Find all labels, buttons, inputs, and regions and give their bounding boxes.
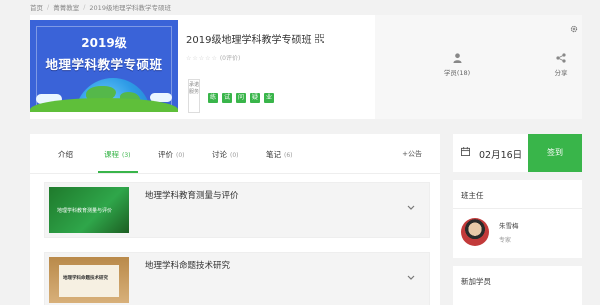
thumbnail-text: 地理学科命题技术研究 (63, 276, 108, 281)
course-content-card: 介绍 课程 (3) 评价 (0) 讨论 (0) 笔记 (6) +公告 地理学科教育测量与… (30, 134, 440, 305)
course-title: 2019级地理学科教学专硕班 (186, 31, 325, 46)
tab-reviews[interactable]: 评价 (0) (158, 149, 185, 160)
tab-courses[interactable]: 课程 (3) (104, 149, 131, 160)
service-icon-exam[interactable]: 试 (222, 93, 232, 103)
course-header-card: 2019级 地理学科教学专硕班 2019级地理学科教学专硕班 ☆☆☆☆☆ (0评… (30, 15, 582, 119)
course-tabs: 介绍 课程 (3) 评价 (0) 讨论 (0) 笔记 (6) +公告 (30, 134, 440, 174)
students-label: 学员(18) (443, 69, 471, 77)
cover-title-line2: 地理学科教学专硕班 (45, 57, 163, 72)
share-icon (556, 53, 566, 63)
tab-label: 笔记 (266, 150, 281, 159)
signin-button[interactable]: 签到 (528, 134, 582, 172)
lesson-item[interactable]: 地理学科命题技术研究 地理学科命题技术研究 (44, 252, 430, 305)
thumbnail-text: 地理学科教育测量与评价 (57, 208, 113, 214)
tab-label: 介绍 (58, 150, 73, 159)
panel-heading: 新加学员 (461, 277, 491, 286)
qrcode-icon[interactable] (315, 34, 325, 43)
chevron-down-icon[interactable] (407, 275, 415, 281)
thumbnail-paper (59, 265, 119, 297)
lesson-thumbnail: 地理学科命题技术研究 (49, 257, 129, 303)
rating-count[interactable]: (0评价) (220, 55, 241, 62)
teacher-role: 专家 (499, 237, 512, 244)
course-cover-image: 2019级 地理学科教学专硕班 (30, 20, 178, 112)
course-title-text: 2019级地理学科教学专硕班 (186, 35, 312, 46)
service-label: 承诺服务 (188, 79, 200, 113)
user-icon (452, 53, 462, 63)
avatar[interactable] (461, 218, 489, 246)
course-rating: ☆☆☆☆☆ (0评价) (186, 53, 240, 62)
cover-title-line1: 2019级 (81, 36, 127, 50)
service-icon-homework[interactable]: 业 (264, 93, 274, 103)
tab-discussions[interactable]: 讨论 (0) (212, 149, 239, 160)
tab-label: 课程 (104, 150, 119, 159)
calendar-icon (461, 147, 470, 156)
divider (453, 208, 582, 209)
tab-label: 讨论 (212, 150, 227, 159)
chevron-down-icon[interactable] (407, 205, 415, 211)
service-icon-question[interactable]: 问 (236, 93, 246, 103)
tab-intro[interactable]: 介绍 (58, 149, 76, 160)
signin-date: 02月16日 (479, 150, 523, 161)
service-icon-practice[interactable]: 练 (208, 93, 218, 103)
gear-icon[interactable] (570, 25, 578, 33)
service-icon-answer[interactable]: 疑 (250, 93, 260, 103)
signin-panel: 02月16日 签到 (453, 134, 582, 172)
teacher-name[interactable]: 朱雪梅 (499, 220, 519, 230)
lesson-title: 地理学科命题技术研究 (145, 261, 231, 271)
students-stat[interactable]: 学员(18) (427, 53, 487, 77)
breadcrumb-classroom[interactable]: 菁菁教室 (53, 2, 79, 12)
tab-count: (0) (230, 152, 239, 159)
active-tab-indicator (98, 171, 138, 173)
service-icon-list: 练 试 问 疑 业 (208, 93, 274, 103)
new-students-panel: 新加学员 (453, 266, 582, 305)
share-stat[interactable]: 分享 (531, 53, 591, 77)
breadcrumb-separator: / (47, 2, 50, 11)
breadcrumb-separator: / (83, 2, 86, 11)
rating-stars: ☆☆☆☆☆ (186, 55, 218, 62)
tab-notes[interactable]: 笔记 (6) (266, 149, 293, 160)
lesson-title: 地理学科教育测量与评价 (145, 191, 239, 201)
share-label: 分享 (554, 69, 568, 77)
tab-count: (0) (176, 152, 185, 159)
breadcrumb: 首页 / 菁菁教室 / 2019级地理学科教学专硕班 (30, 0, 171, 13)
add-notice-button[interactable]: +公告 (402, 149, 422, 159)
tab-count: (6) (284, 152, 293, 159)
tab-count: (3) (122, 152, 131, 159)
lesson-thumbnail: 地理学科教育测量与评价 (49, 187, 129, 233)
course-stats: 学员(18) 分享 (375, 15, 582, 119)
breadcrumb-current: 2019级地理学科教学专硕班 (89, 3, 171, 12)
breadcrumb-home[interactable]: 首页 (30, 2, 43, 12)
panel-heading: 班主任 (461, 191, 484, 200)
head-teacher-panel: 班主任 朱雪梅 专家 (453, 180, 582, 258)
tab-label: 评价 (158, 150, 173, 159)
lesson-item[interactable]: 地理学科教育测量与评价 地理学科教育测量与评价 (44, 182, 430, 238)
